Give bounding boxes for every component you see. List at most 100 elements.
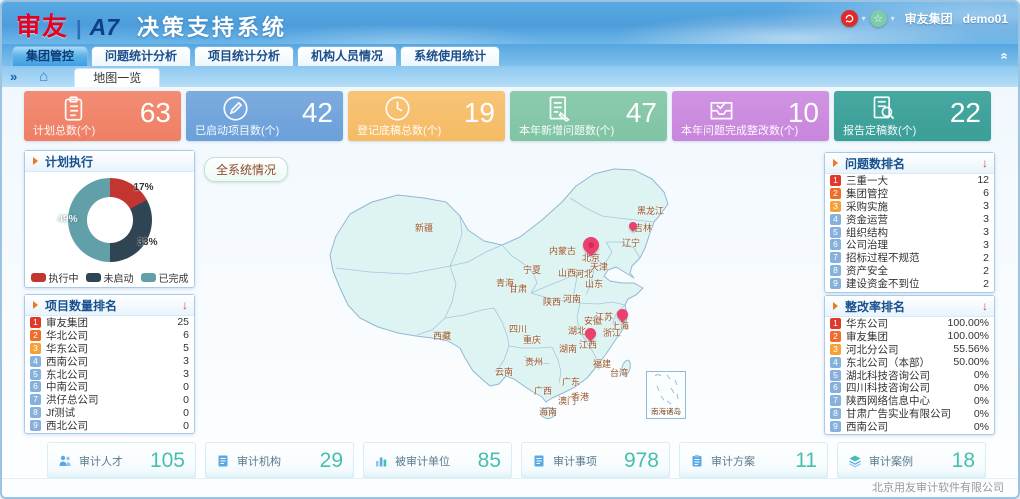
stat-card-rectified-issues[interactable]: 10 本年问题完成整改数(个) [672, 91, 829, 141]
bottom-card-audited-units[interactable]: 被审计单位 85 [363, 442, 512, 479]
doc-pen-icon [546, 95, 573, 122]
bottom-card-label: 审计机构 [237, 453, 281, 469]
people-icon [58, 454, 72, 468]
clipboard-icon [690, 454, 704, 468]
dashboard-content: 63 计划总数(个) 42 已启动项目数(个) 19 登记底稿总数(个) 47 … [2, 87, 1018, 482]
rank-row[interactable]: 9西北公司0 [25, 419, 194, 432]
stat-card-final-reports[interactable]: 22 报告定稿数(个) [834, 91, 991, 141]
province-label[interactable]: 江西 [579, 338, 597, 351]
legend-swatch-navy [86, 273, 101, 282]
china-map: 全系统情况 [202, 152, 817, 437]
sort-desc-icon[interactable]: ↓ [982, 299, 988, 313]
rank-badge: 3 [30, 343, 41, 354]
stat-label: 计划总数(个) [33, 122, 95, 138]
rank-value: 25 [177, 316, 189, 328]
province-label[interactable]: 西藏 [433, 329, 451, 342]
app-logo: 审友 | A7 决策支持系统 [16, 7, 287, 43]
province-label[interactable]: 内蒙古 [549, 244, 576, 257]
rank-row[interactable]: 9西南公司0% [825, 420, 994, 433]
user-name-label[interactable]: demo01 [963, 12, 1008, 26]
panel-rectification-rank: 整改率排名 ↓ 1华东公司100.00% 2审友集团100.00% 3河北分公司… [824, 295, 995, 435]
province-label[interactable]: 山东 [585, 277, 603, 290]
bottom-card-audit-matters[interactable]: 审计事项 978 [521, 442, 670, 479]
plan-donut-chart: 17% 33% 49% [68, 178, 152, 262]
province-label[interactable]: 贵州 [525, 355, 543, 368]
rank-badge: 4 [30, 356, 41, 367]
province-label[interactable]: 云南 [495, 365, 513, 378]
province-label[interactable]: 湖南 [559, 342, 577, 355]
tab-group-control[interactable]: 集团管控 [12, 46, 88, 66]
tab-project-stats[interactable]: 项目统计分析 [194, 46, 294, 66]
stat-value: 42 [302, 97, 333, 129]
rank-badge: 1 [830, 175, 841, 186]
bottom-card-label: 被审计单位 [395, 453, 450, 469]
tab-system-usage[interactable]: 系统使用统计 [400, 46, 500, 66]
bottom-card-audit-cases[interactable]: 审计案例 18 [837, 442, 986, 479]
caret-down-icon[interactable]: ▾ [891, 14, 895, 23]
stat-label: 本年新增问题数(个) [519, 122, 614, 138]
rank-list: 1三重一大12 2集团管控6 3采购实施3 4资金运营3 5组织结构3 6公司治… [825, 174, 994, 290]
province-label[interactable]: 台湾 [610, 366, 628, 379]
main-tabs: 集团管控 问题统计分析 项目统计分析 机构人员情况 系统使用统计 « [2, 44, 1018, 66]
province-label[interactable]: 山西 [558, 266, 576, 279]
home-icon[interactable]: ⌂ [39, 69, 48, 84]
province-label[interactable]: 浙江 [603, 326, 621, 339]
bar-chart-icon [374, 454, 388, 468]
province-label[interactable]: 陕西 [543, 295, 561, 308]
whole-system-button[interactable]: 全系统情况 [204, 157, 288, 182]
clipboard-icon [60, 95, 87, 122]
refresh-icon[interactable] [841, 10, 858, 27]
clock-icon [384, 95, 411, 122]
bottom-card-audit-talent[interactable]: 审计人才 105 [47, 442, 196, 479]
tab-issue-stats[interactable]: 问题统计分析 [91, 46, 191, 66]
province-label[interactable]: 宁夏 [523, 263, 541, 276]
legend-item[interactable]: 已完成 [141, 270, 189, 285]
province-label[interactable]: 黑龙江 [637, 204, 664, 217]
panel-title: 项目数量排名 [45, 297, 182, 314]
province-label[interactable]: 河南 [563, 292, 581, 305]
panel-header: 计划执行 [25, 151, 194, 172]
stat-card-new-issues[interactable]: 47 本年新增问题数(个) [510, 91, 667, 141]
bottom-card-value: 978 [624, 449, 659, 473]
province-label[interactable]: 辽宁 [622, 236, 640, 249]
rank-badge: 6 [830, 239, 841, 250]
sort-desc-icon[interactable]: ↓ [182, 298, 188, 312]
rank-badge: 1 [830, 318, 841, 329]
favorite-star-icon[interactable]: ☆ [870, 10, 887, 27]
caret-down-icon[interactable]: ▾ [862, 14, 866, 23]
bottom-card-audit-plans[interactable]: 审计方案 11 [679, 442, 828, 479]
doc-search-icon [870, 95, 897, 122]
bottom-card-label: 审计案例 [869, 453, 913, 469]
sidebar-toggle-icon[interactable]: » [10, 69, 17, 84]
province-label[interactable]: 澳门 [558, 394, 576, 407]
province-label[interactable]: 新疆 [415, 221, 433, 234]
user-org-label[interactable]: 审友集团 [905, 10, 953, 27]
province-label[interactable]: 广西 [534, 384, 552, 397]
province-label[interactable]: 广东 [562, 375, 580, 388]
sort-desc-icon[interactable]: ↓ [982, 156, 988, 170]
stat-label: 报告定稿数(个) [843, 122, 916, 138]
app-title: 决策支持系统 [137, 10, 287, 42]
page-tab-map-overview[interactable]: 地图一览 [74, 68, 160, 87]
bullet-triangle-icon [833, 302, 838, 310]
rank-value: 55.56% [953, 343, 989, 355]
province-label[interactable]: 甘肃 [509, 282, 527, 295]
rank-value: 0 [183, 394, 189, 406]
stat-card-plan-total[interactable]: 63 计划总数(个) [24, 91, 181, 141]
stat-card-started-projects[interactable]: 42 已启动项目数(个) [186, 91, 343, 141]
rank-badge: 8 [30, 407, 41, 418]
rank-value: 3 [983, 213, 989, 225]
rank-row[interactable]: 9建设资金不到位2 [825, 277, 994, 290]
bottom-card-audit-org[interactable]: 审计机构 29 [205, 442, 354, 479]
panel-header: 整改率排名 ↓ [825, 296, 994, 317]
stat-card-draft-total[interactable]: 19 登记底稿总数(个) [348, 91, 505, 141]
stat-value: 22 [950, 97, 981, 129]
legend-item[interactable]: 未启动 [86, 270, 134, 285]
province-label[interactable]: 福建 [593, 357, 611, 370]
tab-org-personnel[interactable]: 机构人员情况 [297, 46, 397, 66]
brand-logo: 审友 [16, 7, 68, 43]
collapse-up-icon[interactable]: « [994, 52, 1012, 61]
province-label[interactable]: 重庆 [523, 333, 541, 346]
province-label[interactable]: 海南 [539, 405, 557, 418]
legend-item[interactable]: 执行中 [31, 270, 79, 285]
